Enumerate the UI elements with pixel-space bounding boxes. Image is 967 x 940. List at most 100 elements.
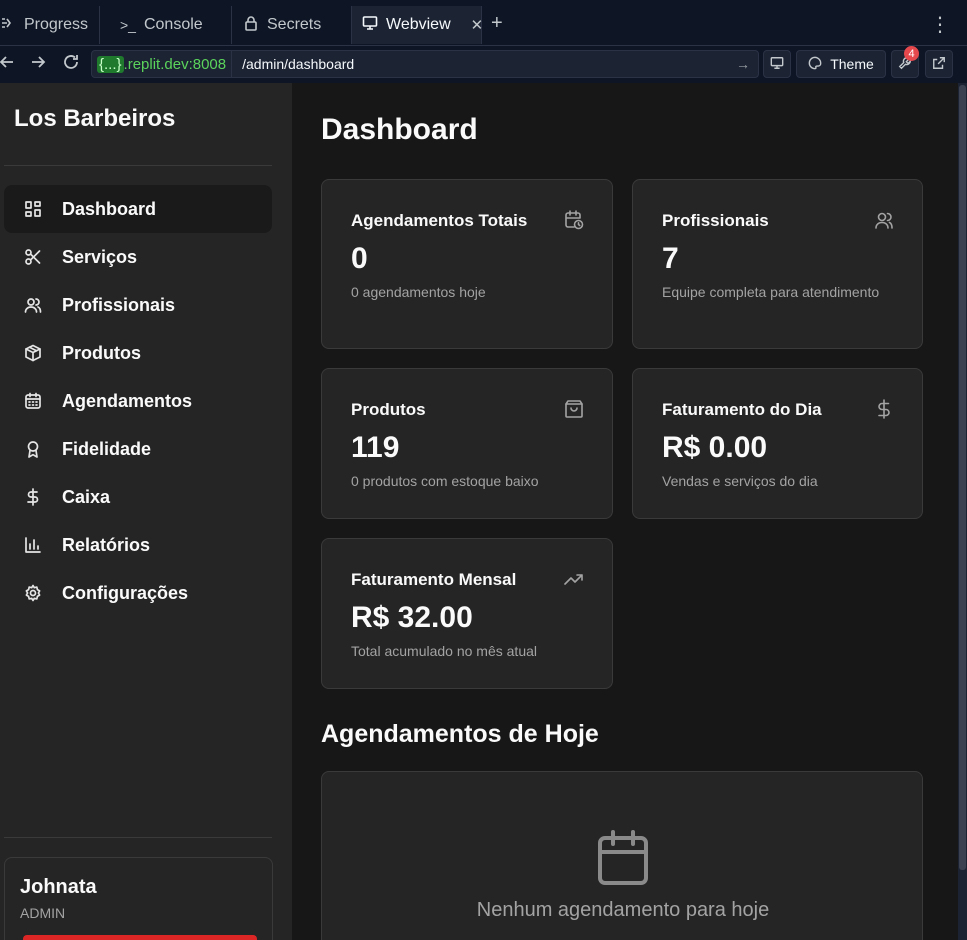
card-value: R$ 0.00 bbox=[662, 431, 768, 464]
back-button[interactable] bbox=[0, 53, 16, 76]
tab-secrets[interactable]: Secrets bbox=[233, 6, 352, 44]
card-title: Produtos bbox=[351, 400, 426, 419]
external-link-icon bbox=[932, 56, 946, 73]
url-path: /admin/dashboard bbox=[242, 56, 355, 72]
tab-webview[interactable]: Webview ✕ bbox=[352, 6, 484, 44]
user-card: Johnata ADMIN bbox=[4, 857, 273, 940]
shopping-bag-icon bbox=[564, 399, 584, 419]
terminal-icon: >_ bbox=[120, 17, 136, 33]
dollar-icon bbox=[874, 399, 894, 419]
sidebar-item-label: Fidelidade bbox=[62, 438, 152, 459]
sidebar-item-agendamentos[interactable]: Agendamentos bbox=[4, 377, 272, 425]
tab-label: Secrets bbox=[267, 16, 322, 33]
scrollbar-thumb[interactable] bbox=[959, 85, 966, 870]
sidebar-item-label: Serviços bbox=[62, 246, 138, 267]
layout-grid-icon bbox=[23, 199, 43, 219]
card-description: 0 produtos com estoque baixo bbox=[351, 473, 539, 489]
address-field[interactable]: {...} .replit.dev:8008 /admin/dashboard → bbox=[91, 50, 759, 78]
sidebar-item-label: Produtos bbox=[62, 342, 141, 363]
users-icon bbox=[23, 295, 43, 315]
card-title: Agendamentos Totais bbox=[351, 211, 528, 230]
palette-icon bbox=[808, 56, 822, 73]
sidebar-item-caixa[interactable]: Caixa bbox=[4, 473, 272, 521]
trending-up-icon bbox=[564, 569, 584, 589]
section-title: Agendamentos de Hoje bbox=[321, 720, 599, 748]
replit-window: Progress >_ Console Secrets Webview ✕ + … bbox=[0, 0, 967, 940]
award-icon bbox=[23, 439, 43, 459]
sidebar-item-label: Relatórios bbox=[62, 534, 151, 555]
sidebar-item-relatorios[interactable]: Relatórios bbox=[4, 521, 272, 569]
card-title: Profissionais bbox=[662, 211, 769, 230]
monitor-icon bbox=[770, 56, 784, 73]
user-name: Johnata bbox=[20, 876, 97, 898]
dollar-icon bbox=[23, 487, 43, 507]
card-value: 7 bbox=[662, 242, 679, 275]
add-tab-button[interactable]: + bbox=[491, 12, 503, 35]
forward-button[interactable] bbox=[29, 53, 47, 76]
sidebar-item-label: Dashboard bbox=[62, 198, 157, 219]
more-options-icon[interactable]: ⋮ bbox=[930, 12, 950, 37]
scrollbar[interactable] bbox=[958, 83, 967, 940]
card-description: Vendas e serviços do dia bbox=[662, 473, 818, 489]
card-value: R$ 32.00 bbox=[351, 601, 473, 634]
card-title: Faturamento do Dia bbox=[662, 400, 822, 419]
tab-label: Console bbox=[143, 16, 203, 33]
sidebar-item-configuracoes[interactable]: Configurações bbox=[4, 569, 272, 617]
package-icon bbox=[23, 343, 43, 363]
url-host-text: .replit.dev:8008 bbox=[123, 55, 227, 73]
stat-card-produtos: Produtos 119 0 produtos com estoque baix… bbox=[321, 368, 613, 519]
go-arrow-icon[interactable]: → bbox=[736, 56, 758, 72]
monitor-icon bbox=[362, 15, 378, 36]
notification-badge: 4 bbox=[904, 46, 919, 61]
stat-card-profissionais: Profissionais 7 Equipe completa para ate… bbox=[632, 179, 923, 349]
progress-icon bbox=[0, 15, 16, 36]
card-description: Total acumulado no mês atual bbox=[351, 643, 537, 659]
device-button[interactable] bbox=[763, 50, 791, 78]
sidebar-item-produtos[interactable]: Produtos bbox=[4, 329, 272, 377]
scissors-icon bbox=[23, 247, 43, 267]
card-title: Faturamento Mensal bbox=[351, 570, 517, 589]
users-icon bbox=[874, 210, 894, 230]
reload-button[interactable] bbox=[62, 53, 80, 76]
card-description: 0 agendamentos hoje bbox=[351, 284, 486, 300]
tab-console[interactable]: >_ Console bbox=[110, 6, 232, 44]
theme-label: Theme bbox=[830, 56, 874, 72]
empty-state-text: Nenhum agendamento para hoje bbox=[476, 899, 770, 921]
sidebar-item-label: Profissionais bbox=[62, 294, 176, 315]
url-host: {...} .replit.dev:8008 bbox=[92, 51, 233, 77]
calendar-icon bbox=[597, 830, 649, 886]
bar-chart-icon bbox=[23, 535, 43, 555]
stat-card-agendamentos: Agendamentos Totais 0 0 agendamentos hoj… bbox=[321, 179, 613, 349]
user-role: ADMIN bbox=[20, 905, 66, 921]
sidebar-item-fidelidade[interactable]: Fidelidade bbox=[4, 425, 272, 473]
logout-button[interactable] bbox=[23, 935, 257, 940]
tab-bar: Progress >_ Console Secrets Webview ✕ + … bbox=[0, 0, 967, 46]
stat-card-faturamento-mensal: Faturamento Mensal R$ 32.00 Total acumul… bbox=[321, 538, 613, 689]
card-description: Equipe completa para atendimento bbox=[662, 284, 880, 300]
card-value: 0 bbox=[351, 242, 368, 275]
sidebar-item-label: Agendamentos bbox=[62, 390, 193, 411]
sidebar-item-servicos[interactable]: Serviços bbox=[4, 233, 272, 281]
webview-content: Los Barbeiros Dashboard Serviços Profiss… bbox=[0, 83, 958, 940]
sidebar-item-profissionais[interactable]: Profissionais bbox=[4, 281, 272, 329]
tab-label: Webview bbox=[386, 16, 451, 33]
page-title: Dashboard bbox=[321, 113, 478, 146]
theme-button[interactable]: Theme bbox=[796, 50, 886, 78]
sidebar-item-label: Caixa bbox=[62, 486, 111, 507]
calendar-clock-icon bbox=[564, 210, 584, 230]
card-value: 119 bbox=[351, 431, 400, 464]
tab-progress[interactable]: Progress bbox=[0, 6, 100, 44]
brand-title: Los Barbeiros bbox=[14, 105, 176, 132]
url-host-chip: {...} bbox=[97, 55, 124, 73]
sidebar-item-label: Configurações bbox=[62, 582, 189, 603]
open-new-tab-button[interactable] bbox=[925, 50, 953, 78]
main-content: Dashboard Agendamentos Totais 0 0 agenda… bbox=[292, 83, 958, 940]
lock-icon bbox=[243, 15, 259, 36]
gear-icon bbox=[23, 583, 43, 603]
close-icon[interactable]: ✕ bbox=[471, 16, 484, 34]
sidebar: Los Barbeiros Dashboard Serviços Profiss… bbox=[0, 83, 292, 940]
sidebar-item-dashboard[interactable]: Dashboard bbox=[4, 185, 272, 233]
stat-card-faturamento-dia: Faturamento do Dia R$ 0.00 Vendas e serv… bbox=[632, 368, 923, 519]
tab-label: Progress bbox=[24, 16, 89, 33]
sidebar-divider bbox=[4, 165, 272, 166]
